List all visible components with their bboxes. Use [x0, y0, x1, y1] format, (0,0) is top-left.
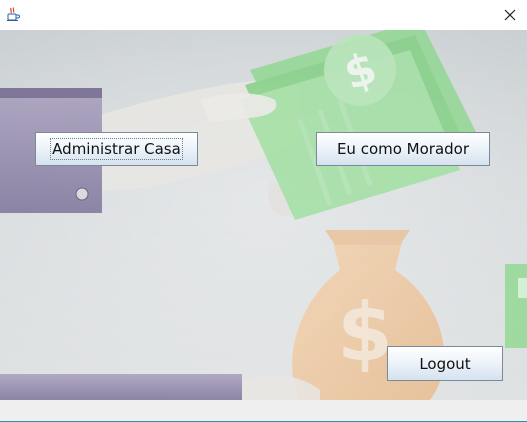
administrar-casa-button[interactable]: Administrar Casa [35, 132, 198, 166]
logout-button[interactable]: Logout [387, 346, 503, 381]
eu-como-morador-label: Eu como Morador [336, 140, 470, 158]
close-icon [504, 9, 516, 21]
main-panel: $ $ Administrar Casa Eu como Morador Log… [0, 30, 527, 400]
window-bottom-border [0, 400, 527, 422]
money-background-illustration: $ $ [0, 30, 527, 400]
administrar-casa-label: Administrar Casa [50, 138, 183, 160]
svg-text:$: $ [337, 286, 393, 379]
eu-como-morador-button[interactable]: Eu como Morador [316, 132, 490, 166]
window-close-button[interactable] [493, 0, 527, 30]
logout-label: Logout [419, 354, 471, 373]
window-titlebar [0, 0, 527, 30]
java-coffee-cup-icon [5, 6, 21, 22]
